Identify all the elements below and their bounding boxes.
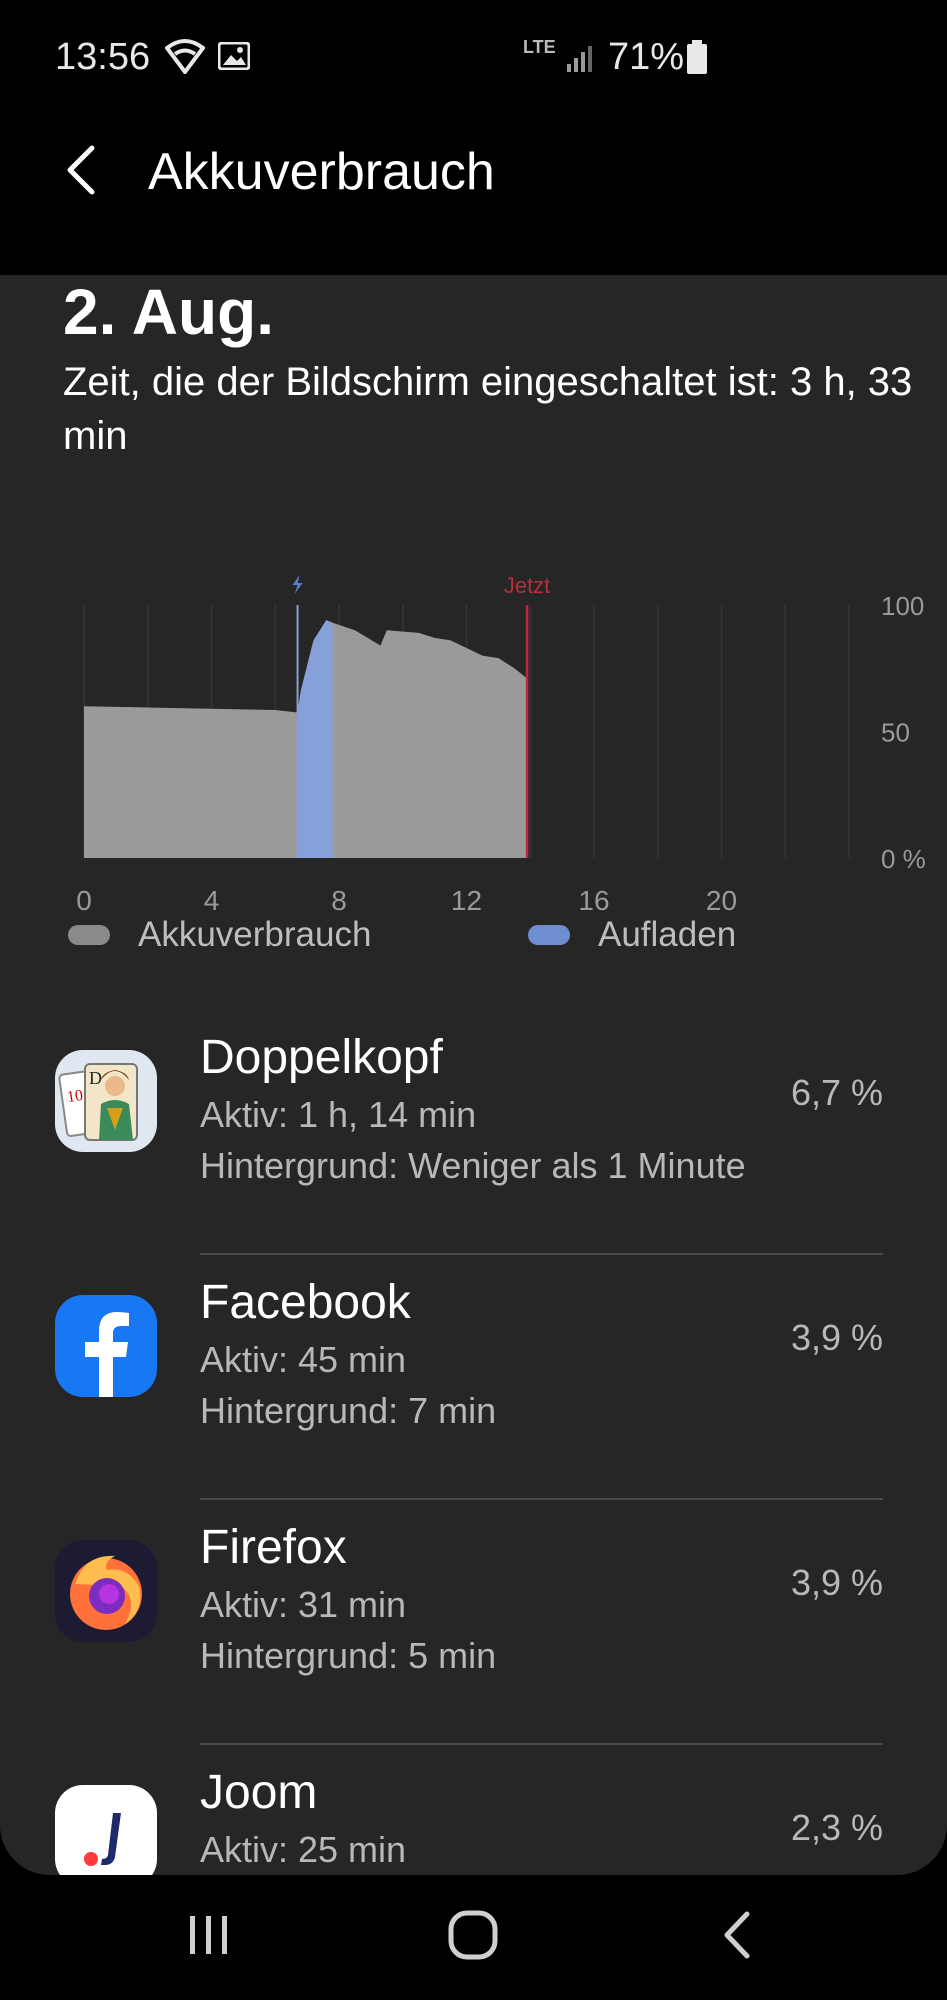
legend-label-usage: Akkuverbrauch xyxy=(138,915,372,954)
chevron-left-icon xyxy=(724,1911,750,1959)
legend-item-charging: Aufladen xyxy=(528,915,736,955)
y-tick-label: 50 xyxy=(881,718,910,748)
navigation-bar xyxy=(0,1875,947,2000)
now-label: Jetzt xyxy=(504,573,550,598)
y-tick-label: 0 % xyxy=(881,844,926,874)
app-usage-percent: 2,3 % xyxy=(790,1807,883,1848)
y-tick-label: 100 xyxy=(881,591,924,621)
page-title: Akkuverbrauch xyxy=(148,143,495,201)
x-tick-label: 0 xyxy=(76,885,92,916)
recent-apps-icon xyxy=(190,1916,227,1954)
app-row-firefox[interactable]: Firefox Aktiv: 31 min Hintergrund: 5 min… xyxy=(0,1500,947,1745)
app-background-time: Hintergrund: 5 min xyxy=(200,1635,497,1676)
legend-item-usage: Akkuverbrauch xyxy=(68,915,371,955)
date-heading: 2. Aug. xyxy=(63,276,274,348)
app-active-time: Aktiv: 45 min xyxy=(200,1339,407,1380)
app-active-time: Aktiv: 25 min xyxy=(200,1829,407,1870)
app-usage-percent: 3,9 % xyxy=(790,1317,883,1358)
app-row-doppelkopf[interactable]: 10 D Doppelkopf Aktiv: 1 h, 14 min Hinte… xyxy=(0,1010,947,1255)
x-tick-label: 12 xyxy=(451,885,482,916)
app-name: Doppelkopf xyxy=(200,1031,443,1084)
app-row-joom[interactable]: Joom Aktiv: 25 min 2,3 % xyxy=(0,1745,947,1875)
series-area-aufladen xyxy=(297,620,333,858)
back-nav-button[interactable] xyxy=(693,1905,783,1965)
firefox-icon xyxy=(55,1540,157,1642)
image-notification-icon xyxy=(217,41,251,75)
svg-text:D: D xyxy=(89,1068,102,1088)
status-time: 13:56 xyxy=(55,36,151,78)
wifi-icon xyxy=(164,38,206,79)
legend-swatch-usage xyxy=(68,925,110,945)
battery-icon xyxy=(686,40,708,79)
app-background-time: Hintergrund: 7 min xyxy=(200,1390,497,1431)
legend-swatch-charging xyxy=(528,925,570,945)
x-tick-label: 16 xyxy=(578,885,609,916)
facebook-icon xyxy=(55,1295,157,1397)
svg-text:10: 10 xyxy=(66,1087,84,1106)
battery-percent: 71% xyxy=(608,36,685,78)
lightning-icon xyxy=(292,575,303,594)
home-icon xyxy=(448,1910,498,1960)
signal-icon xyxy=(565,44,595,77)
app-usage-percent: 3,9 % xyxy=(790,1562,883,1603)
app-name: Facebook xyxy=(200,1276,411,1329)
battery-usage-chart: Jetzt 0 4 8 12 16 20 100 50 0 % xyxy=(76,573,926,916)
back-arrow-icon xyxy=(67,145,95,195)
back-button[interactable] xyxy=(58,140,108,200)
network-type: LTE xyxy=(523,37,556,57)
status-bar: 13:56 LTE 71% xyxy=(0,0,947,110)
screen-on-time: Zeit, die der Bildschirm eingeschaltet i… xyxy=(63,360,913,458)
app-name: Joom xyxy=(200,1766,318,1819)
app-background-time: Hintergrund: Weniger als 1 Minute xyxy=(200,1145,746,1186)
app-usage-percent: 6,7 % xyxy=(790,1072,883,1113)
app-active-time: Aktiv: 1 h, 14 min xyxy=(200,1094,477,1135)
app-name: Firefox xyxy=(200,1521,347,1574)
app-active-time: Aktiv: 31 min xyxy=(200,1584,407,1625)
x-tick-label: 20 xyxy=(706,885,737,916)
x-tick-label: 8 xyxy=(331,885,347,916)
legend-label-charging: Aufladen xyxy=(598,915,737,954)
x-tick-label: 4 xyxy=(204,885,220,916)
recent-apps-button[interactable] xyxy=(164,1905,254,1965)
home-button[interactable] xyxy=(428,1905,518,1965)
app-row-facebook[interactable]: Facebook Aktiv: 45 min Hintergrund: 7 mi… xyxy=(0,1255,947,1500)
playing-cards-icon: 10 D xyxy=(55,1050,157,1152)
chart-legend: Akkuverbrauch Aufladen xyxy=(68,915,928,975)
content-panel: 2. Aug. Zeit, die der Bildschirm eingesc… xyxy=(0,275,947,1875)
joom-icon xyxy=(55,1785,157,1875)
